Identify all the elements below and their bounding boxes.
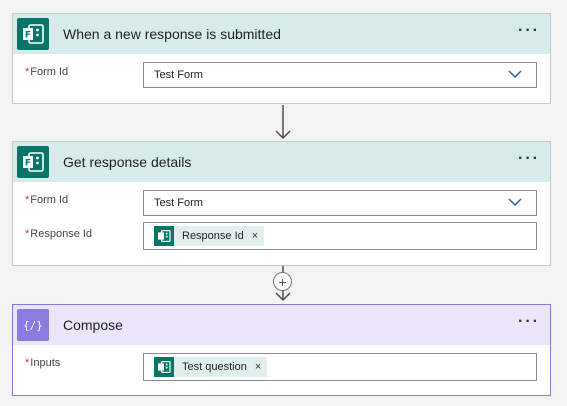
response-id-input[interactable]: Response Id × (143, 222, 537, 250)
response-id-row: *Response Id Response Id × (13, 222, 550, 256)
test-question-token[interactable]: Test question × (154, 357, 268, 377)
compose-card-header[interactable]: {∕} Compose ··· (13, 305, 550, 345)
svg-text:F: F (25, 159, 31, 169)
form-id-row: *Form Id Test Form (13, 188, 550, 222)
compose-icon: {∕} (17, 309, 49, 341)
form-id-label: *Form Id (25, 66, 69, 78)
chevron-down-icon[interactable] (508, 70, 522, 79)
svg-text:F: F (25, 31, 31, 41)
get-response-title: Get response details (63, 154, 192, 170)
remove-token-icon[interactable]: × (255, 361, 261, 373)
trigger-card-header[interactable]: F When a new response is submitted ··· (13, 14, 550, 54)
forms-icon: F (17, 18, 49, 50)
forms-icon (154, 357, 174, 377)
add-step-button[interactable]: + (273, 272, 292, 291)
more-options-button[interactable]: ··· (518, 314, 540, 330)
trigger-card[interactable]: F When a new response is submitted ··· *… (12, 13, 551, 104)
flow-arrow (275, 105, 291, 139)
more-options-button[interactable]: ··· (518, 151, 540, 167)
remove-token-icon[interactable]: × (252, 230, 258, 242)
form-id-label: *Form Id (25, 194, 69, 206)
inputs-field[interactable]: Test question × (143, 353, 537, 381)
form-id-dropdown[interactable]: Test Form (143, 62, 537, 88)
compose-card[interactable]: {∕} Compose ··· *Inputs Test question × (12, 304, 551, 396)
token-label: Response Id (182, 230, 244, 242)
more-options-button[interactable]: ··· (518, 23, 540, 39)
response-id-token[interactable]: Response Id × (154, 226, 265, 246)
form-id-dropdown[interactable]: Test Form (143, 190, 537, 216)
token-label: Test question (182, 361, 247, 373)
inputs-label: *Inputs (25, 357, 61, 369)
response-id-label: *Response Id (25, 228, 93, 240)
form-id-row: *Form Id Test Form (13, 62, 550, 96)
form-id-value: Test Form (154, 69, 203, 81)
inputs-row: *Inputs Test question × (13, 351, 550, 385)
compose-title: Compose (63, 317, 123, 333)
trigger-title: When a new response is submitted (63, 26, 281, 42)
get-response-card[interactable]: F Get response details ··· *Form Id Test… (12, 141, 551, 266)
svg-text:{∕}: {∕} (23, 319, 43, 332)
forms-icon (154, 226, 174, 246)
get-response-card-header[interactable]: F Get response details ··· (13, 142, 550, 182)
form-id-value: Test Form (154, 197, 203, 209)
chevron-down-icon[interactable] (508, 198, 522, 207)
forms-icon: F (17, 146, 49, 178)
